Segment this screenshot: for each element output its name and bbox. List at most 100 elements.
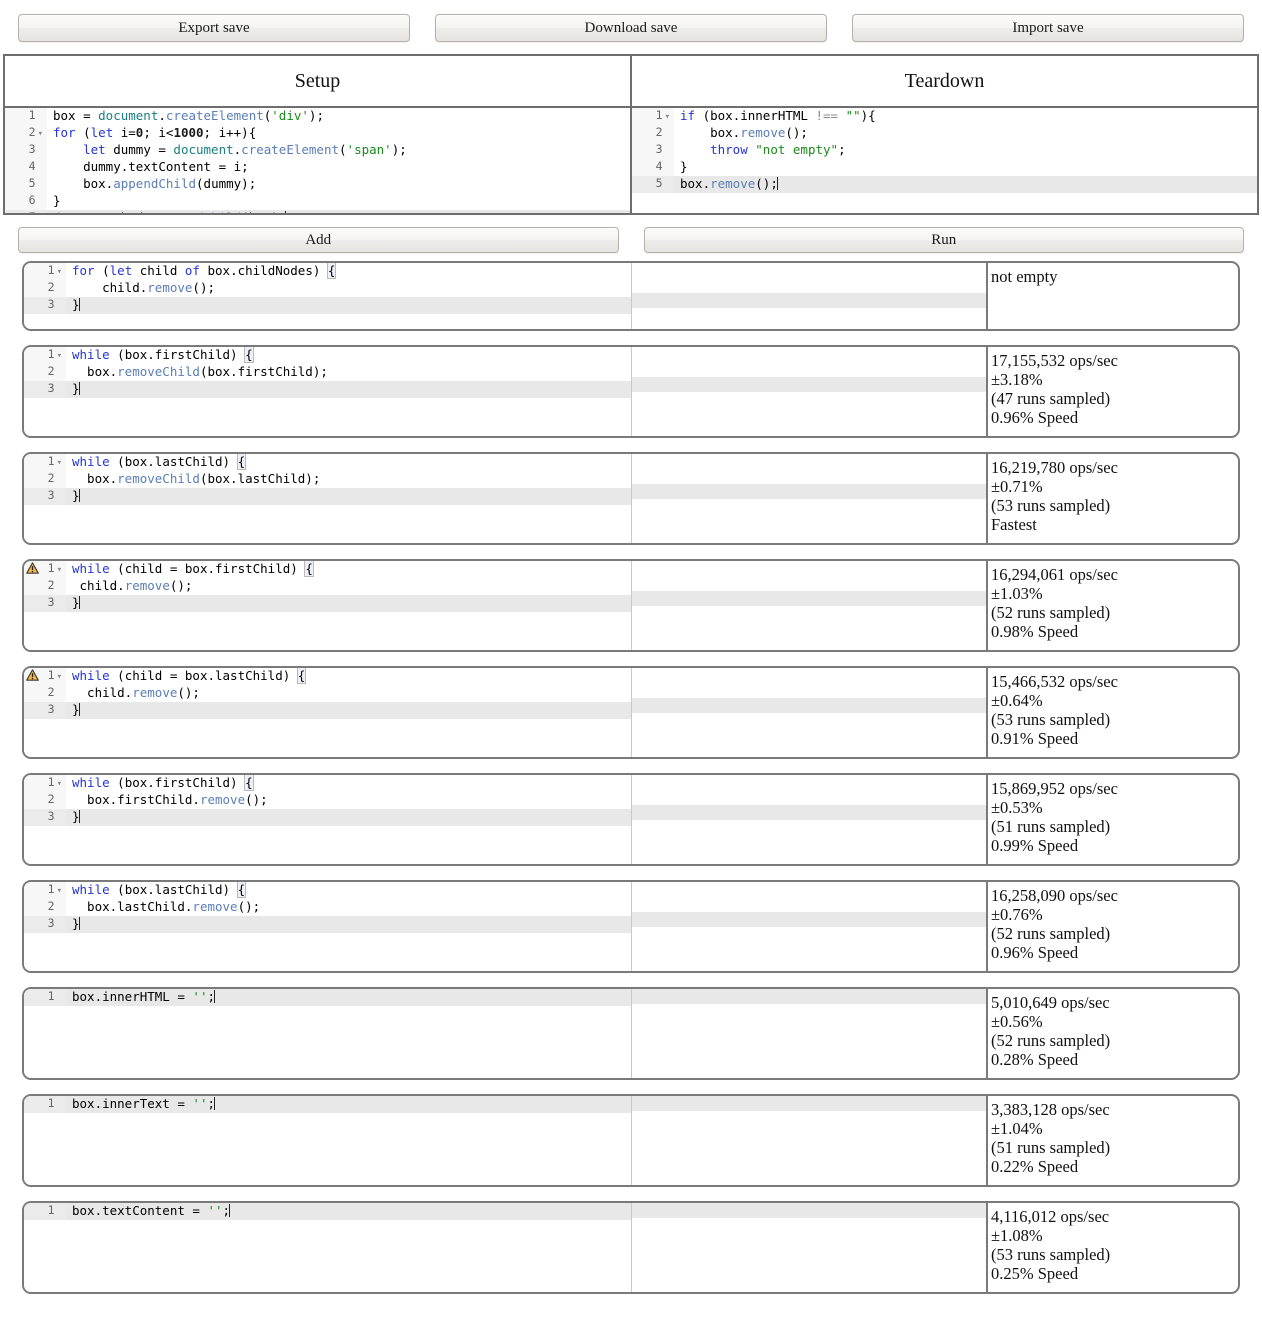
- setup-code-area[interactable]: 1 box = document.createElement('div'); 2 ▾…: [5, 108, 630, 213]
- code-line[interactable]: 3 }: [24, 297, 631, 314]
- export-save-button[interactable]: Export save: [18, 14, 410, 42]
- code-line[interactable]: 1 ▾ while (box.firstChild) {: [24, 347, 631, 364]
- line-number-gutter[interactable]: 1 ▾: [632, 108, 674, 125]
- import-save-button[interactable]: Import save: [852, 14, 1244, 42]
- code-line[interactable]: 1 ▾ while (box.lastChild) {: [24, 454, 631, 471]
- line-number-gutter[interactable]: 3: [24, 297, 66, 314]
- code-text[interactable]: }: [66, 381, 631, 396]
- code-text[interactable]: }: [47, 193, 630, 208]
- fold-arrow-icon[interactable]: ▾: [36, 129, 43, 139]
- line-number-gutter[interactable]: 1 ▾: [24, 347, 66, 364]
- line-number-gutter[interactable]: 3: [24, 381, 66, 398]
- code-text[interactable]: document.body.appendChild(box);: [47, 210, 630, 213]
- test-code-editor[interactable]: 1 ▾ while (child = box.lastChild) {2 child…: [24, 668, 632, 757]
- line-number-gutter[interactable]: 2: [24, 792, 66, 809]
- line-number-gutter[interactable]: 2: [24, 471, 66, 488]
- line-number-gutter[interactable]: 1: [5, 108, 47, 125]
- fold-arrow-icon[interactable]: ▾: [663, 112, 670, 122]
- code-text[interactable]: if (box.innerHTML !== ""){: [674, 108, 1257, 123]
- setup-editor[interactable]: 1 box = document.createElement('div'); 2 ▾…: [5, 108, 632, 213]
- code-text[interactable]: while (box.lastChild) {: [66, 454, 631, 470]
- line-number-gutter[interactable]: 3: [24, 809, 66, 826]
- fold-arrow-icon[interactable]: ▾: [55, 672, 62, 682]
- code-line[interactable]: 2 child.remove();: [24, 578, 631, 595]
- add-test-button[interactable]: Add: [18, 227, 619, 253]
- code-text[interactable]: for (let i=0; i<1000; i++){: [47, 125, 630, 140]
- code-line[interactable]: 5 box.remove();: [632, 176, 1257, 193]
- line-number-gutter[interactable]: 3: [632, 142, 674, 159]
- line-number-gutter[interactable]: 2: [24, 364, 66, 381]
- code-line[interactable]: 4 }: [632, 159, 1257, 176]
- code-text[interactable]: while (box.firstChild) {: [66, 347, 631, 363]
- line-number-gutter[interactable]: 3: [24, 488, 66, 505]
- code-line[interactable]: 1 ▾ if (box.innerHTML !== ""){: [632, 108, 1257, 125]
- code-line[interactable]: 2 box.remove();: [632, 125, 1257, 142]
- line-number-gutter[interactable]: 1 ▾: [24, 668, 66, 685]
- test-code-editor[interactable]: 1 ▾ for (let child of box.childNodes) {2 c…: [24, 263, 632, 329]
- line-number-gutter[interactable]: 1 ▾: [24, 454, 66, 471]
- code-line[interactable]: 6 }: [5, 193, 630, 210]
- code-text[interactable]: child.remove();: [66, 685, 631, 700]
- line-number-gutter[interactable]: 4: [632, 159, 674, 176]
- code-text[interactable]: while (child = box.firstChild) {: [66, 561, 631, 577]
- test-code-editor[interactable]: 1 box.innerText = '';: [24, 1096, 632, 1185]
- code-text[interactable]: box.firstChild.remove();: [66, 792, 631, 807]
- test-row[interactable]: 1 ▾ for (let child of box.childNodes) {2 c…: [22, 261, 1240, 331]
- test-row[interactable]: 1 ▾ while (child = box.lastChild) {2 child…: [22, 666, 1240, 759]
- code-line[interactable]: 3 }: [24, 702, 631, 719]
- fold-arrow-icon[interactable]: ▾: [55, 351, 62, 361]
- code-line[interactable]: 1 box = document.createElement('div');: [5, 108, 630, 125]
- code-line[interactable]: 3 }: [24, 916, 631, 933]
- line-number-gutter[interactable]: 1: [24, 1096, 66, 1113]
- test-row[interactable]: 1 box.textContent = ''; 4,116,012 ops/sec…: [22, 1201, 1240, 1294]
- code-line[interactable]: 1 box.innerHTML = '';: [24, 989, 631, 1006]
- code-line[interactable]: 1 ▾ while (child = box.lastChild) {: [24, 668, 631, 685]
- line-number-gutter[interactable]: 1 ▾: [24, 263, 66, 280]
- line-number-gutter[interactable]: 1 ▾: [24, 775, 66, 792]
- code-text[interactable]: while (child = box.lastChild) {: [66, 668, 631, 684]
- fold-arrow-icon[interactable]: ▾: [55, 779, 62, 789]
- line-number-gutter[interactable]: 1 ▾: [24, 561, 66, 578]
- fold-arrow-icon[interactable]: ▾: [55, 565, 62, 575]
- test-code-editor[interactable]: 1 box.textContent = '';: [24, 1203, 632, 1292]
- code-line[interactable]: 3 let dummy = document.createElement('sp…: [5, 142, 630, 159]
- code-text[interactable]: box.remove();: [674, 176, 1257, 191]
- code-text[interactable]: }: [66, 702, 631, 717]
- code-line[interactable]: 3 }: [24, 809, 631, 826]
- code-text[interactable]: box.removeChild(box.firstChild);: [66, 364, 631, 379]
- code-text[interactable]: child.remove();: [66, 280, 631, 295]
- line-number-gutter[interactable]: 4: [5, 159, 47, 176]
- test-code-editor[interactable]: 1 box.innerHTML = '';: [24, 989, 632, 1078]
- test-row[interactable]: 1 ▾ while (child = box.firstChild) {2 chil…: [22, 559, 1240, 652]
- code-line[interactable]: 1 ▾ while (box.lastChild) {: [24, 882, 631, 899]
- line-number-gutter[interactable]: 1: [24, 989, 66, 1006]
- code-line[interactable]: 2 box.removeChild(box.firstChild);: [24, 364, 631, 381]
- code-line[interactable]: 2 child.remove();: [24, 280, 631, 297]
- code-text[interactable]: }: [66, 297, 631, 312]
- test-row[interactable]: 1 ▾ while (box.firstChild) {2 box.firstChi…: [22, 773, 1240, 866]
- line-number-gutter[interactable]: 2: [24, 280, 66, 297]
- test-code-editor[interactable]: 1 ▾ while (box.firstChild) {2 box.firstChi…: [24, 775, 632, 864]
- line-number-gutter[interactable]: 2: [632, 125, 674, 142]
- code-line[interactable]: 3 }: [24, 595, 631, 612]
- line-number-gutter[interactable]: 2: [24, 685, 66, 702]
- fold-arrow-icon[interactable]: ▾: [55, 886, 62, 896]
- line-number-gutter[interactable]: 7: [5, 210, 47, 213]
- code-text[interactable]: while (box.firstChild) {: [66, 775, 631, 791]
- code-line[interactable]: 1 ▾ while (box.firstChild) {: [24, 775, 631, 792]
- line-number-gutter[interactable]: 3: [5, 142, 47, 159]
- code-text[interactable]: box.remove();: [674, 125, 1257, 140]
- line-number-gutter[interactable]: 3: [24, 595, 66, 612]
- line-number-gutter[interactable]: 5: [632, 176, 674, 193]
- fold-arrow-icon[interactable]: ▾: [55, 458, 62, 468]
- test-code-editor[interactable]: 1 ▾ while (box.lastChild) {2 box.removeChi…: [24, 454, 632, 543]
- code-text[interactable]: }: [674, 159, 1257, 174]
- code-line[interactable]: 2 box.lastChild.remove();: [24, 899, 631, 916]
- code-text[interactable]: child.remove();: [66, 578, 631, 593]
- test-row[interactable]: 1 box.innerHTML = ''; 5,010,649 ops/sec ±0…: [22, 987, 1240, 1080]
- code-line[interactable]: 1 box.innerText = '';: [24, 1096, 631, 1113]
- code-line[interactable]: 2 box.firstChild.remove();: [24, 792, 631, 809]
- code-line[interactable]: 2 child.remove();: [24, 685, 631, 702]
- test-row[interactable]: 1 ▾ while (box.lastChild) {2 box.removeChi…: [22, 452, 1240, 545]
- code-text[interactable]: for (let child of box.childNodes) {: [66, 263, 631, 279]
